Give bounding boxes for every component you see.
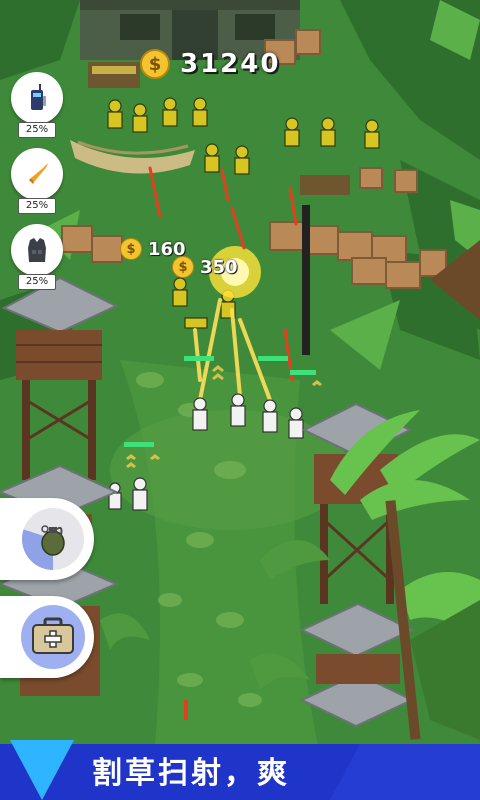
medkit-skill-button[interactable] [0, 596, 94, 678]
upgrade-ammo-button[interactable]: 25% [9, 148, 65, 224]
armor-vest-icon [28, 238, 46, 262]
upgrade-level: 25% [18, 122, 56, 138]
battlefield-scene [0, 0, 480, 800]
upgrade-level: 25% [18, 198, 56, 214]
dollar-coin-icon: $ [120, 238, 142, 260]
bullet-icon [29, 163, 48, 184]
upgrade-level: 25% [18, 274, 56, 290]
medkit-icon [32, 617, 74, 654]
grenade-skill-button[interactable] [0, 498, 94, 580]
dollar-coin-icon: $ [140, 49, 170, 79]
grenade-cooldown-dial [21, 508, 84, 570]
coin-reward-popup: $ 350 [172, 256, 238, 278]
upgrade-panel: 25% 25% 25% [9, 72, 65, 300]
coin-reward-amount: 350 [200, 256, 238, 278]
upgrade-radio-button[interactable]: 25% [9, 72, 65, 148]
promo-banner-text: 割草扫射，爽 [92, 756, 290, 791]
radio-icon [31, 84, 46, 110]
coin-counter: $ 31240 [140, 46, 280, 82]
coin-amount: 31240 [180, 49, 281, 79]
upgrade-armor-button[interactable]: 25% [9, 224, 65, 300]
dollar-coin-icon: $ [172, 256, 194, 278]
